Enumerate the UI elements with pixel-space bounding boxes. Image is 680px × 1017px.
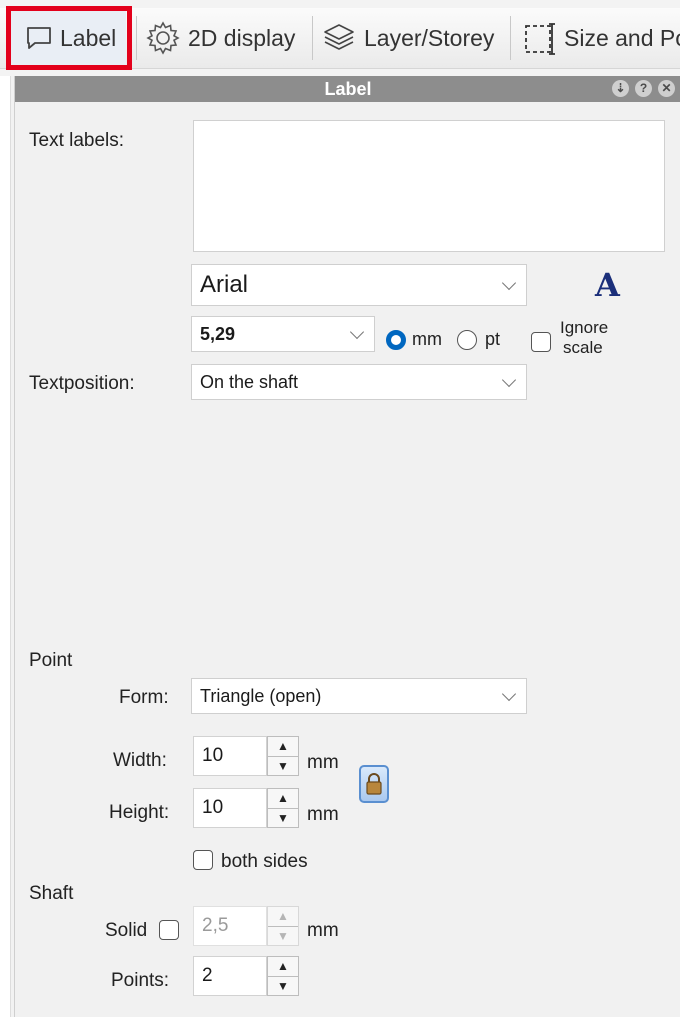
tab-divider xyxy=(510,16,511,60)
textposition-label: Textposition: xyxy=(29,373,135,394)
font-settings-icon[interactable]: A xyxy=(595,266,620,304)
shaft-unit-label: mm xyxy=(307,920,339,941)
points-stepper[interactable]: ▲ ▼ xyxy=(267,956,299,996)
tab-layer-storey-text: Layer/Storey xyxy=(364,24,495,51)
points-label: Points: xyxy=(111,970,170,991)
help-icon[interactable]: ? xyxy=(635,80,652,97)
tab-divider xyxy=(312,16,313,60)
stepper-down-icon: ▼ xyxy=(268,925,298,946)
lock-ratio-button[interactable] xyxy=(359,765,389,803)
unit-pt-radio[interactable] xyxy=(457,330,477,350)
font-size-select[interactable]: 5,29 xyxy=(191,316,375,352)
panel-header: Label ⇣ ? ✕ xyxy=(15,76,680,102)
stepper-up-icon[interactable]: ▲ xyxy=(268,957,298,976)
chevron-down-icon xyxy=(501,372,517,388)
height-input[interactable]: 10 xyxy=(193,788,267,828)
tab-layer-storey[interactable]: Layer/Storey xyxy=(322,8,494,68)
unit-mm-radio[interactable] xyxy=(386,330,406,350)
size-frame-icon xyxy=(525,23,555,55)
both-sides-label: both sides xyxy=(221,851,308,872)
left-ruler xyxy=(0,76,11,1017)
stepper-down-icon[interactable]: ▼ xyxy=(268,807,298,828)
close-icon[interactable]: ✕ xyxy=(658,80,675,97)
point-form-value: Triangle (open) xyxy=(200,685,322,706)
text-labels-label: Text labels: xyxy=(29,130,125,151)
tab-size-position[interactable]: Size and Pos xyxy=(522,8,680,68)
toolbar-tabs: Label 2D display Layer/Storey Size and P xyxy=(0,0,680,76)
point-form-select[interactable]: Triangle (open) xyxy=(191,678,527,714)
points-input[interactable]: 2 xyxy=(193,956,267,996)
shaft-thickness-input: 2,5 xyxy=(193,906,267,946)
textposition-value: On the shaft xyxy=(200,371,299,392)
solid-label: Solid xyxy=(105,920,148,941)
font-family-value: Arial xyxy=(200,271,249,298)
minimize-icon[interactable]: ⇣ xyxy=(612,80,629,97)
height-label: Height: xyxy=(109,802,170,823)
font-size-value: 5,29 xyxy=(200,323,236,344)
chevron-down-icon xyxy=(501,686,517,702)
tab-2d-display-text: 2D display xyxy=(188,24,296,51)
ignore-scale-label: Ignore scale xyxy=(560,318,608,358)
unit-pt-label: pt xyxy=(485,329,501,349)
panel-title: Label xyxy=(324,79,372,99)
chevron-down-icon xyxy=(349,324,365,340)
height-stepper[interactable]: ▲ ▼ xyxy=(267,788,299,828)
ignore-scale-label-line2: scale xyxy=(563,338,603,357)
textposition-select[interactable]: On the shaft xyxy=(191,364,527,400)
padlock-icon xyxy=(366,773,382,795)
tab-highlight-box xyxy=(6,6,132,70)
ignore-scale-label-line1: Ignore xyxy=(560,318,609,337)
both-sides-checkbox[interactable] xyxy=(193,850,213,870)
unit-mm-label: mm xyxy=(412,329,442,349)
width-unit-label: mm xyxy=(307,752,339,773)
shaft-thickness-stepper: ▲ ▼ xyxy=(267,906,299,946)
text-labels-textarea[interactable] xyxy=(193,120,665,252)
point-section-title: Point xyxy=(29,650,73,671)
stepper-up-icon: ▲ xyxy=(277,909,289,924)
tab-2d-display[interactable]: 2D display xyxy=(146,8,295,68)
tab-divider xyxy=(136,16,137,60)
stepper-down-icon[interactable]: ▼ xyxy=(268,755,298,776)
solid-checkbox[interactable] xyxy=(159,920,179,940)
stepper-down-icon[interactable]: ▼ xyxy=(268,975,298,996)
chevron-down-icon xyxy=(501,275,517,291)
tab-size-position-text: Size and Pos xyxy=(564,24,680,51)
shaft-section-title: Shaft xyxy=(29,883,74,904)
layers-icon xyxy=(324,24,354,50)
form-label: Form: xyxy=(119,687,169,708)
height-unit-label: mm xyxy=(307,804,339,825)
stepper-up-icon[interactable]: ▲ xyxy=(268,737,298,756)
gear-icon xyxy=(146,21,180,55)
ignore-scale-checkbox[interactable] xyxy=(531,332,551,352)
panel-header-buttons: ⇣ ? ✕ xyxy=(612,80,675,97)
font-family-select[interactable]: Arial xyxy=(191,264,527,306)
width-stepper[interactable]: ▲ ▼ xyxy=(267,736,299,776)
width-input[interactable]: 10 xyxy=(193,736,267,776)
stepper-up-icon[interactable]: ▲ xyxy=(268,789,298,808)
width-label: Width: xyxy=(113,750,167,771)
label-panel: Label ⇣ ? ✕ Text labels: Arial A 5,29 mm… xyxy=(14,76,680,1017)
